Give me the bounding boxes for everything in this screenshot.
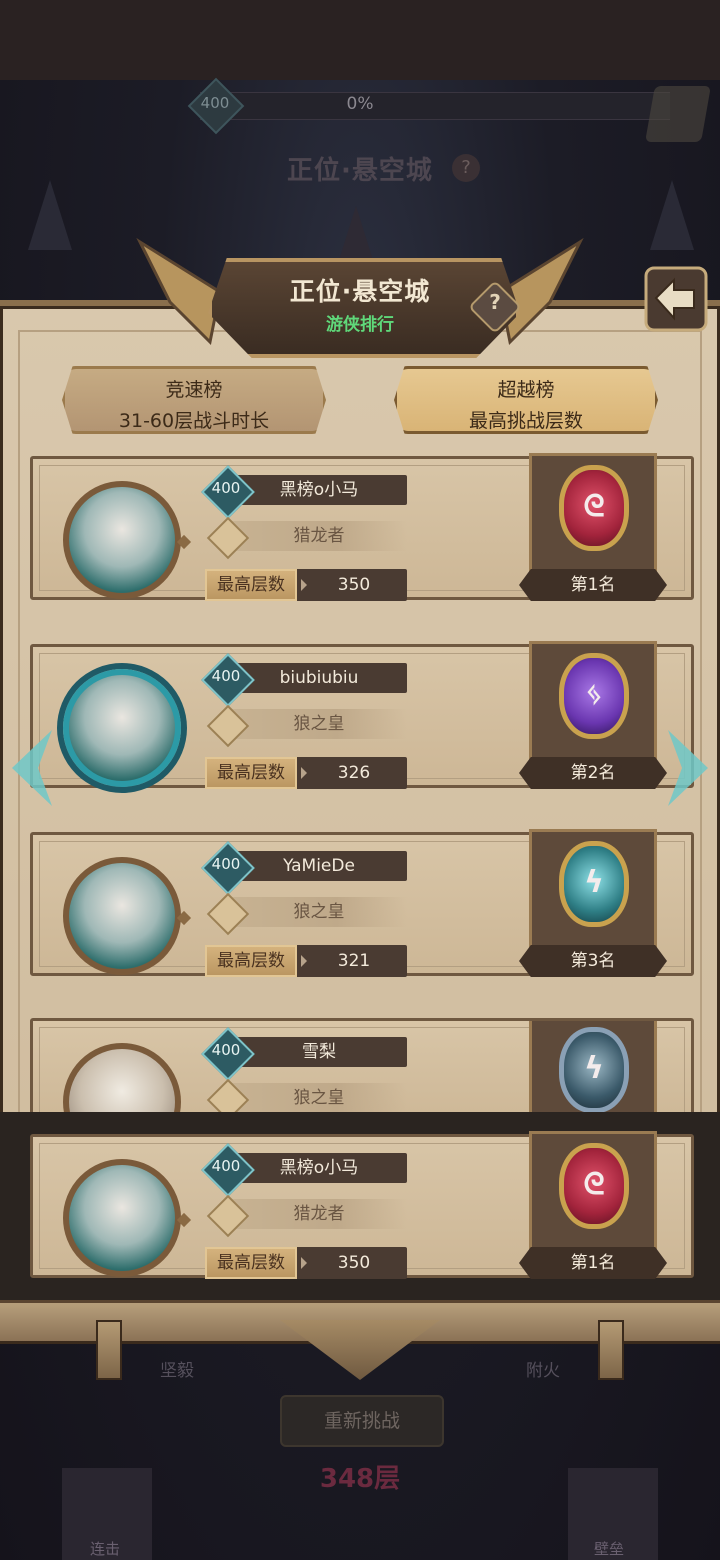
chevron-right-icon [668, 730, 708, 806]
background-progress-bar [200, 92, 670, 120]
background-progress-text: 0% [346, 94, 374, 114]
player-title: 狼之皇 [231, 709, 407, 739]
background-skill-label: 附火 [526, 1361, 560, 1381]
tab-speed-subtitle: 31-60层战斗时长 [118, 410, 270, 432]
help-icon[interactable]: ? [476, 290, 514, 314]
tab-speed-ranking[interactable]: 竞速榜 31-60层战斗时长 [62, 366, 326, 434]
stat-value: 350 [337, 575, 371, 595]
player-name: biubiubiu [231, 663, 407, 693]
background-skill-label: 坚毅 [160, 1361, 194, 1381]
barrier-skill-label: 壁垒 [594, 1540, 625, 1558]
top-strip [0, 0, 720, 80]
player-level: 400 [211, 667, 241, 685]
stat-arrow-icon [301, 1257, 307, 1269]
ranking-row-3[interactable]: YaMieDe 400 狼之皇 最高层数 321 ϟ 第3名 [30, 829, 694, 977]
player-name: 黑榜o小马 [231, 475, 407, 505]
ranking-row-2[interactable]: biubiubiu 400 狼之皇 最高层数 326 ᛃ 第2名 [30, 641, 694, 789]
rank-gem-symbol-icon: ϟ [584, 1051, 604, 1086]
stat-label: 最高层数 [205, 757, 297, 789]
tab-surpass-ranking[interactable]: 超越榜 最高挑战层数 [394, 366, 658, 434]
rank-gem-symbol-icon: ϟ [584, 865, 604, 900]
page-title: 正位·悬空城 [289, 277, 431, 306]
player-title: 狼之皇 [231, 897, 407, 927]
tab-speed-title: 竞速榜 [165, 379, 223, 401]
background-level-text: 400 [200, 94, 230, 112]
background-back-icon [645, 86, 711, 142]
frame-leg [598, 1320, 624, 1380]
ranking-row-1[interactable]: 黑榜o小马 400 猎龙者 最高层数 350 ᘓ 第1名 [30, 453, 694, 601]
combo-skill-label: 连击 [90, 1540, 121, 1558]
stat-arrow-icon [301, 579, 307, 591]
previous-page-button[interactable] [8, 726, 56, 810]
player-name: 雪梨 [231, 1037, 407, 1067]
player-name: YaMieDe [231, 851, 407, 881]
page-subtitle: 游侠排行 [326, 315, 394, 335]
avatar[interactable] [63, 669, 181, 787]
my-rank-row[interactable]: 黑榜o小马 400 猎龙者 最高层数 350 ᘓ 第1名 [30, 1131, 694, 1279]
back-button[interactable] [640, 264, 710, 334]
rank-label: 第1名 [519, 1247, 667, 1279]
rank-gem-symbol-icon: ᛃ [585, 677, 603, 712]
rank-gem-symbol-icon: ᘓ [583, 1167, 605, 1202]
tab-surpass-subtitle: 最高挑战层数 [468, 410, 583, 432]
player-level: 400 [211, 855, 241, 873]
stat-value: 321 [337, 951, 371, 971]
avatar[interactable] [63, 481, 181, 599]
player-title: 猎龙者 [231, 1199, 407, 1229]
chevron-left-icon [12, 730, 52, 806]
next-page-button[interactable] [664, 726, 712, 810]
frame-leg [96, 1320, 122, 1380]
player-level: 400 [211, 1157, 241, 1175]
stat-arrow-icon [301, 955, 307, 967]
player-title: 猎龙者 [231, 521, 407, 551]
stat-label: 最高层数 [205, 569, 297, 601]
stat-label: 最高层数 [205, 945, 297, 977]
rank-label: 第2名 [519, 757, 667, 789]
stat-arrow-icon [301, 767, 307, 779]
retry-button[interactable]: 重新挑战 [280, 1395, 444, 1447]
rank-gem-symbol-icon: ᘓ [583, 489, 605, 524]
avatar[interactable] [63, 857, 181, 975]
avatar[interactable] [63, 1159, 181, 1277]
tab-surpass-title: 超越榜 [497, 379, 555, 401]
background-help-icon: ? [452, 154, 480, 182]
rank-label: 第1名 [519, 569, 667, 601]
player-name: 黑榜o小马 [231, 1153, 407, 1183]
stat-label: 最高层数 [205, 1247, 297, 1279]
stat-value: 326 [337, 763, 371, 783]
floor-counter: 348层 [319, 1464, 401, 1494]
background-spire [650, 180, 694, 250]
player-level: 400 [211, 1041, 241, 1059]
stat-value: 350 [337, 1253, 371, 1273]
player-title: 狼之皇 [231, 1083, 407, 1113]
rank-label: 第3名 [519, 945, 667, 977]
player-level: 400 [211, 479, 241, 497]
background-spire [28, 180, 72, 250]
background-title: 正位·悬空城 [287, 156, 433, 186]
